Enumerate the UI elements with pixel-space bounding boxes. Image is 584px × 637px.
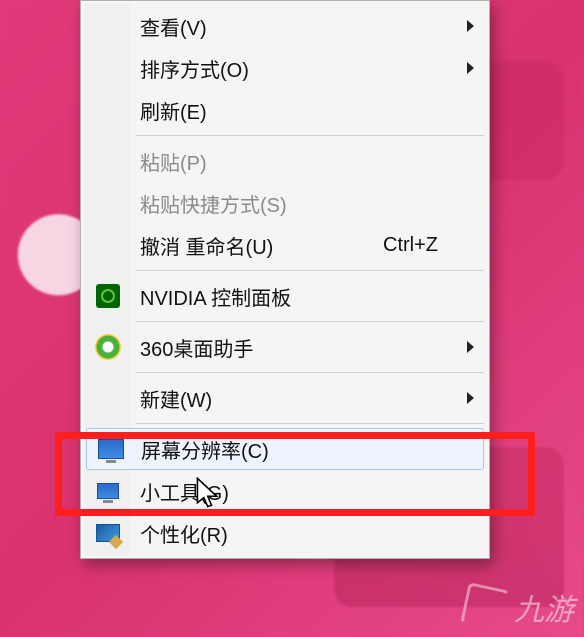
nvidia-icon — [94, 282, 122, 310]
menu-new[interactable]: 新建(W) — [84, 377, 486, 419]
menu-refresh-label: 刷新(E) — [140, 96, 207, 125]
menu-360-desktop-helper[interactable]: 360桌面助手 — [84, 326, 486, 368]
desktop-context-menu: 查看(V) 排序方式(O) 刷新(E) 粘贴(P) 粘贴快捷方式(S) 撤消 重… — [80, 0, 490, 559]
menu-separator — [136, 135, 484, 136]
monitor-icon — [97, 435, 125, 463]
submenu-arrow-icon — [467, 392, 474, 404]
menu-screen-resolution[interactable]: 屏幕分辨率(C) — [86, 428, 484, 470]
menu-resolution-label: 屏幕分辨率(C) — [141, 435, 269, 464]
menu-view-label: 查看(V) — [140, 12, 207, 41]
menu-refresh[interactable]: 刷新(E) — [84, 89, 486, 131]
personalize-icon — [94, 519, 122, 547]
menu-sort-by[interactable]: 排序方式(O) — [84, 47, 486, 89]
menu-undo-rename[interactable]: 撤消 重命名(U) Ctrl+Z — [84, 224, 486, 266]
menu-gadgets[interactable]: 小工具(G) — [84, 470, 486, 512]
menu-separator — [136, 372, 484, 373]
menu-new-label: 新建(W) — [140, 384, 212, 413]
menu-paste-shortcut-label: 粘贴快捷方式(S) — [140, 189, 287, 218]
menu-undo-label: 撤消 重命名(U) — [140, 231, 273, 260]
menu-personalize-label: 个性化(R) — [140, 519, 228, 548]
menu-nvidia-label: NVIDIA 控制面板 — [140, 282, 291, 311]
menu-gadgets-label: 小工具(G) — [140, 477, 229, 506]
menu-personalize[interactable]: 个性化(R) — [84, 512, 486, 554]
submenu-arrow-icon — [467, 341, 474, 353]
menu-paste-label: 粘贴(P) — [140, 147, 207, 176]
menu-view[interactable]: 查看(V) — [84, 5, 486, 47]
360-icon — [94, 333, 122, 361]
menu-separator — [136, 321, 484, 322]
menu-sort-label: 排序方式(O) — [140, 54, 249, 83]
menu-paste-shortcut: 粘贴快捷方式(S) — [84, 182, 486, 224]
submenu-arrow-icon — [467, 20, 474, 32]
menu-undo-shortcut: Ctrl+Z — [383, 234, 466, 257]
menu-nvidia-control-panel[interactable]: NVIDIA 控制面板 — [84, 275, 486, 317]
monitor-small-icon — [94, 477, 122, 505]
menu-360-label: 360桌面助手 — [140, 333, 253, 362]
menu-paste: 粘贴(P) — [84, 140, 486, 182]
menu-separator — [136, 423, 484, 424]
menu-separator — [136, 270, 484, 271]
submenu-arrow-icon — [467, 62, 474, 74]
